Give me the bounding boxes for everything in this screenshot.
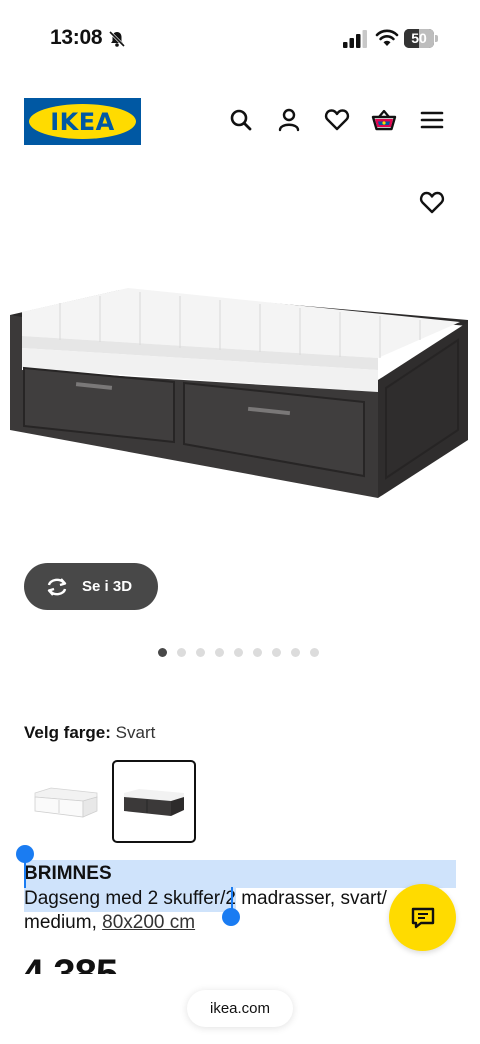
carousel-dot[interactable] [253,648,262,657]
selected-color-value: Svart [115,723,156,742]
logo-text: IKEA [50,107,115,136]
bell-slash-icon [108,30,126,48]
chat-button[interactable] [389,884,456,951]
color-label-text: Velg farge: [24,723,111,742]
selection-end-handle[interactable] [222,908,240,926]
wifi-icon [375,29,399,46]
status-bar: 13:08 50 [0,0,480,80]
carousel-dot[interactable] [158,648,167,657]
carousel-dot[interactable] [215,648,224,657]
carousel-dot[interactable] [272,648,281,657]
carousel-dot[interactable] [234,648,243,657]
view-in-3d-button[interactable]: Se i 3D [24,563,158,610]
browser-url-bar[interactable]: ikea.com [187,990,293,1027]
product-size-link[interactable]: 80x200 cm [102,912,195,933]
battery-indicator: 50 [404,29,438,48]
carousel-dot[interactable] [196,648,205,657]
selection-start-handle[interactable] [16,845,34,863]
status-time: 13:08 [50,26,103,49]
cart-icon[interactable] [370,106,398,134]
favorites-icon[interactable] [323,106,351,134]
white-daybed-thumbnail [34,787,98,818]
product-name: BRIMNES [24,863,112,884]
battery-level: 50 [411,30,427,46]
image-carousel-dots[interactable] [158,648,329,660]
product-description-variant: medium, [24,912,103,933]
site-header: IKEA [0,96,480,146]
color-swatch-black[interactable] [112,760,196,843]
color-selector-label: Velg farge: Svart [24,723,155,743]
view-in-3d-label: Se i 3D [82,578,133,595]
product-description-text: Dagseng med 2 skuffer/2 madrasser, svart… [24,888,387,909]
color-swatch-white[interactable] [24,760,108,843]
product-image-daybed[interactable] [0,270,480,510]
black-daybed-thumbnail [124,788,184,816]
search-icon[interactable] [227,106,255,134]
account-icon[interactable] [275,106,303,134]
menu-icon[interactable] [418,106,446,134]
rotate-3d-icon [47,577,67,596]
cellular-signal-icon [343,30,367,48]
product-price: 4 385 [22,952,118,974]
carousel-dot[interactable] [310,648,319,657]
ikea-logo[interactable]: IKEA [24,98,141,145]
carousel-dot[interactable] [291,648,300,657]
add-to-favorites-icon[interactable] [418,189,446,215]
chat-bubble-icon [411,907,434,928]
carousel-dot[interactable] [177,648,186,657]
